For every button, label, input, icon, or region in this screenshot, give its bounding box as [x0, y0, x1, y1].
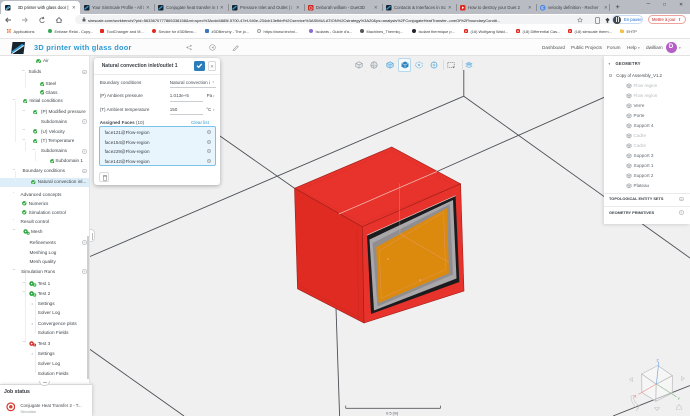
svg-text:Y: Y: [678, 397, 681, 401]
svg-text:X: X: [634, 395, 637, 399]
svg-text:Z: Z: [657, 359, 660, 363]
svg-text:0.5 [m]: 0.5 [m]: [386, 411, 398, 416]
